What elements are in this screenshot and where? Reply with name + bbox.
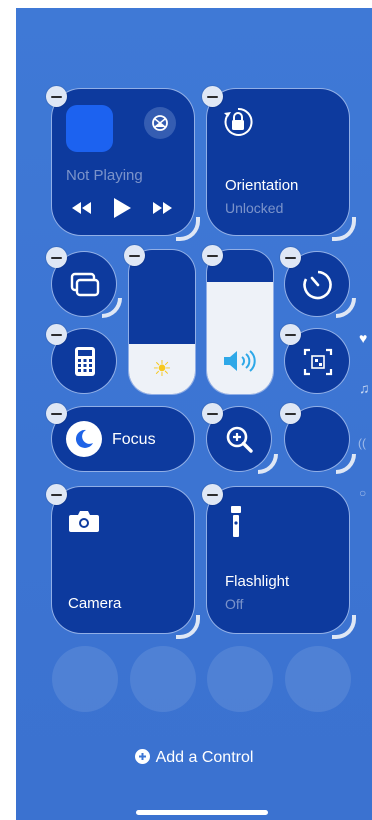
camera-label: Camera xyxy=(68,595,122,612)
heart-icon[interactable]: ♥ xyxy=(359,330,367,346)
remove-focus-button[interactable] xyxy=(46,403,67,424)
remove-blank-control-button[interactable] xyxy=(280,403,301,424)
remove-orientation-button[interactable] xyxy=(202,86,223,107)
flashlight-tile[interactable]: Flashlight Off xyxy=(206,486,350,634)
remove-calculator-button[interactable] xyxy=(46,324,67,345)
home-indicator[interactable] xyxy=(136,810,268,815)
remove-camera-button[interactable] xyxy=(46,484,67,505)
remove-code-scanner-button[interactable] xyxy=(280,324,301,345)
resize-screen-mirroring-handle[interactable] xyxy=(102,298,122,318)
orientation-lock-tile[interactable]: Orientation Unlocked xyxy=(206,88,350,236)
focus-label: Focus xyxy=(112,431,156,448)
remove-magnifier-button[interactable] xyxy=(202,403,223,424)
orientation-status: Unlocked xyxy=(225,200,284,216)
rewind-icon xyxy=(72,202,91,214)
orientation-lock-icon xyxy=(221,105,255,139)
empty-slot[interactable] xyxy=(130,646,196,712)
remove-volume-button[interactable] xyxy=(202,245,223,266)
resize-now-playing-handle[interactable] xyxy=(176,217,200,241)
moon-icon xyxy=(66,421,102,457)
fast-forward-button[interactable] xyxy=(150,201,174,220)
album-art-placeholder xyxy=(66,105,113,152)
speaker-icon xyxy=(221,349,261,378)
plus-circle-icon xyxy=(134,749,150,764)
resize-magnifier-handle[interactable] xyxy=(258,454,278,474)
resize-blank-control-handle[interactable] xyxy=(336,454,356,474)
camera-tile[interactable]: Camera xyxy=(51,486,195,634)
flashlight-status: Off xyxy=(225,596,244,612)
play-icon xyxy=(114,198,131,218)
empty-slot[interactable] xyxy=(52,646,118,712)
resize-flashlight-handle[interactable] xyxy=(332,615,356,639)
remove-flashlight-button[interactable] xyxy=(202,484,223,505)
camera-icon xyxy=(69,511,99,532)
focus-tile[interactable]: Focus xyxy=(51,406,195,472)
empty-slot[interactable] xyxy=(285,646,351,712)
remove-timer-button[interactable] xyxy=(280,247,301,268)
now-playing-status: Not Playing xyxy=(66,167,143,184)
control-center-edit-screen: Not Playing Orientation Unlocked ☀ Focus… xyxy=(16,8,372,820)
flashlight-label: Flashlight xyxy=(225,573,290,590)
resize-orientation-handle[interactable] xyxy=(332,217,356,241)
remove-screen-mirroring-button[interactable] xyxy=(46,247,67,268)
volume-slider[interactable] xyxy=(206,249,274,395)
add-control-button[interactable]: Add a Control xyxy=(16,749,372,767)
play-button[interactable] xyxy=(112,197,132,224)
now-playing-tile[interactable]: Not Playing xyxy=(51,88,195,236)
rewind-button[interactable] xyxy=(70,201,94,220)
remove-now-playing-button[interactable] xyxy=(46,86,67,107)
connectivity-icon[interactable]: ○ xyxy=(359,486,366,500)
fast-forward-icon xyxy=(153,202,172,214)
resize-timer-handle[interactable] xyxy=(336,298,356,318)
orientation-title: Orientation xyxy=(225,177,299,194)
brightness-icon: ☀ xyxy=(152,356,172,381)
flashlight-icon xyxy=(231,506,241,537)
music-note-icon[interactable]: ♫ xyxy=(359,380,370,396)
remove-brightness-button[interactable] xyxy=(124,245,145,266)
resize-camera-handle[interactable] xyxy=(176,615,200,639)
add-control-label: Add a Control xyxy=(155,749,254,766)
airplay-icon[interactable] xyxy=(144,107,176,139)
signal-icon[interactable]: (( xyxy=(358,436,366,450)
brightness-slider[interactable]: ☀ xyxy=(128,249,196,395)
empty-slot[interactable] xyxy=(207,646,273,712)
